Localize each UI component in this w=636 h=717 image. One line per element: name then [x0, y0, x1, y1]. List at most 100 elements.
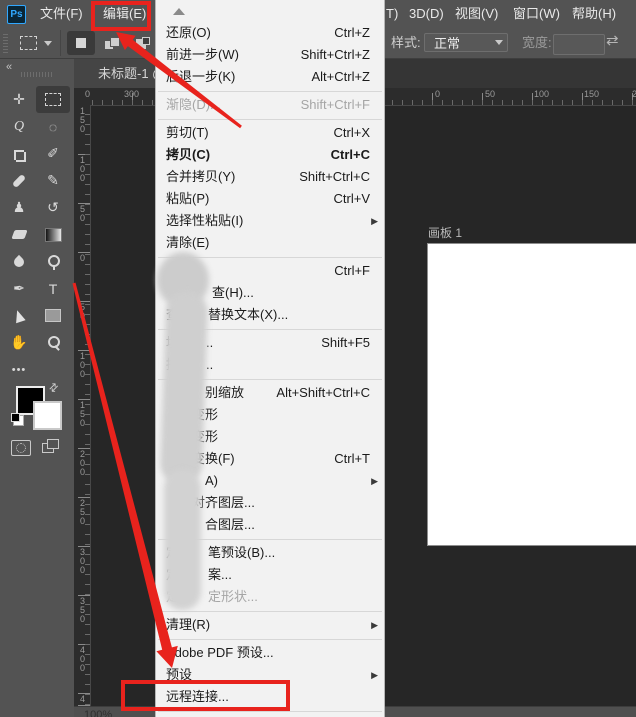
eraser-tool[interactable]	[2, 221, 36, 248]
menu-item-find-replace-text[interactable]: 查替换文本(X)...	[156, 304, 384, 326]
path-select-tool[interactable]	[2, 302, 36, 329]
clone-stamp-tool[interactable]: ♟	[2, 194, 36, 221]
menu-item-auto-blend-layers[interactable]: 合图层...	[156, 514, 384, 536]
menu-item-stroke[interactable]: 描..	[156, 354, 384, 376]
menu-item-transform[interactable]: A) ▶	[156, 470, 384, 492]
h-ruler-label: 0	[85, 89, 91, 99]
submenu-arrow-icon: ▶	[371, 216, 378, 226]
lasso-tool[interactable]: Q	[2, 113, 36, 140]
menu-item-clear[interactable]: 清除(E)	[156, 232, 384, 254]
h-ruler-label: 0	[435, 89, 441, 99]
menu-shortcut: Ctrl+V	[333, 191, 370, 206]
history-brush-tool-icon: ↺	[47, 199, 59, 215]
menu-item-check-spelling[interactable]: 查(H)...	[156, 282, 384, 304]
dodge-tool[interactable]	[36, 248, 70, 275]
quick-select-tool-icon: ◌	[48, 118, 58, 135]
v-ruler-label: 150	[79, 400, 85, 428]
menu-item-step-forward[interactable]: 前进一步(W) Shift+Ctrl+Z	[156, 44, 384, 66]
history-brush-tool[interactable]: ↺	[36, 194, 70, 221]
menu-type-fragment[interactable]: T)	[386, 0, 398, 28]
brush-tool-icon: ✎	[47, 172, 59, 188]
crop-tool[interactable]	[2, 140, 36, 167]
menu-shortcut: Ctrl+Z	[334, 25, 370, 40]
menu-item-step-backward[interactable]: 后退一步(K) Alt+Ctrl+Z	[156, 66, 384, 88]
collapse-panel-icon[interactable]: «	[6, 61, 12, 73]
healing-brush-tool[interactable]	[2, 167, 36, 194]
menu-item-free-transform[interactable]: 变换(F) Ctrl+T	[156, 448, 384, 470]
edit-menu-dropdown: 还原(O) Ctrl+Z 前进一步(W) Shift+Ctrl+Z 后退一步(K) Alt…	[155, 0, 385, 717]
zoom-tool-icon	[47, 335, 60, 350]
menu-item-perspective-warp[interactable]: 变形	[156, 426, 384, 448]
zoom-level[interactable]: 100%	[84, 709, 112, 717]
menu-item-merge-copy[interactable]: 合并拷贝(Y) Shift+Ctrl+C	[156, 166, 384, 188]
tools-panel-grip[interactable]	[21, 72, 53, 77]
artboard-label[interactable]: 画板 1	[428, 224, 462, 241]
v-ruler-label: 150	[79, 106, 85, 134]
menu-item-define-pattern[interactable]: 定案...	[156, 564, 384, 586]
menu-item-remote-connections[interactable]: 远程连接...	[156, 686, 384, 708]
menu-view[interactable]: 视图(V)	[455, 0, 498, 28]
menu-item-define-custom-shape[interactable]: 定定形状...	[156, 586, 384, 608]
menu-item-define-brush-preset[interactable]: 定笔预设(B)...	[156, 542, 384, 564]
menu-item-auto-align-layers[interactable]: 对齐图层...	[156, 492, 384, 514]
vertical-ruler[interactable]: 150 100 50 0 50 100 150 200 250 300 350 400 4	[74, 106, 91, 706]
submenu-arrow-icon: ▶	[371, 476, 378, 486]
blur-tool[interactable]	[2, 248, 36, 275]
zoom-tool[interactable]	[36, 329, 70, 356]
menu-item-cut[interactable]: 剪切(T) Ctrl+X	[156, 122, 384, 144]
chevron-down-icon[interactable]	[495, 40, 503, 45]
options-grip[interactable]	[3, 34, 8, 53]
subtract-selection-button[interactable]	[128, 31, 156, 55]
menu-item-search[interactable]: Ctrl+F	[156, 260, 384, 282]
style-label: 样式:	[391, 35, 421, 50]
h-ruler-label: 50	[485, 89, 496, 99]
menu-scroll-up-icon[interactable]	[173, 8, 185, 15]
pen-tool-icon: ✒	[13, 280, 25, 296]
background-color-swatch[interactable]	[33, 401, 62, 430]
swap-dimensions-icon[interactable]: ⇄	[606, 31, 619, 49]
shape-tool[interactable]	[36, 302, 70, 329]
menu-item-fill[interactable]: 填.. Shift+F5	[156, 332, 384, 354]
menu-item-purge[interactable]: 清理(R) ▶	[156, 614, 384, 636]
menu-item-content-aware-scale[interactable]: 别缩放 Alt+Shift+Ctrl+C	[156, 382, 384, 404]
more-tools[interactable]: •••	[2, 356, 36, 383]
screen-mode-icon[interactable]	[42, 439, 60, 454]
menu-help[interactable]: 帮助(H)	[572, 0, 616, 28]
add-to-selection-button[interactable]	[98, 31, 126, 55]
new-selection-button[interactable]	[67, 31, 95, 55]
menu-item-puppet-warp[interactable]: 变形	[156, 404, 384, 426]
crop-tool-icon	[12, 147, 26, 162]
menu-item-paste[interactable]: 粘贴(P) Ctrl+V	[156, 188, 384, 210]
eyedropper-tool[interactable]: ✐	[36, 140, 70, 167]
blur-tool-icon	[11, 254, 27, 269]
quick-select-tool[interactable]: ◌	[36, 113, 70, 140]
photoshop-logo-icon: Ps	[7, 5, 26, 24]
menu-edit[interactable]: 编辑(E)	[103, 0, 146, 28]
gradient-tool[interactable]	[36, 221, 70, 248]
hand-tool[interactable]: ✋	[2, 329, 36, 356]
tool-preset-icon[interactable]	[20, 36, 37, 50]
move-tool[interactable]: ✛	[2, 86, 36, 113]
menu-item-fade[interactable]: 渐隐(D)... Shift+Ctrl+F	[156, 94, 384, 116]
pen-tool[interactable]: ✒	[2, 275, 36, 302]
menu-window[interactable]: 窗口(W)	[513, 0, 560, 28]
artboard[interactable]	[427, 243, 636, 546]
v-ruler-label: 100	[79, 351, 85, 379]
type-tool[interactable]: T	[36, 275, 70, 302]
brush-tool[interactable]: ✎	[36, 167, 70, 194]
menu-item-adobe-pdf-presets[interactable]: Adobe PDF 预设...	[156, 642, 384, 664]
menu-item-undo[interactable]: 还原(O) Ctrl+Z	[156, 22, 384, 44]
v-ruler-label: 250	[79, 498, 85, 526]
menu-item-paste-special[interactable]: 选择性粘贴(I) ▶	[156, 210, 384, 232]
marquee-tool[interactable]	[36, 86, 70, 113]
add-selection-icon	[105, 36, 120, 50]
options-separator	[60, 30, 61, 56]
quick-mask-icon[interactable]	[11, 440, 31, 456]
width-input[interactable]	[553, 34, 605, 55]
menu-3d[interactable]: 3D(D)	[409, 0, 444, 28]
menu-file[interactable]: 文件(F)	[40, 0, 83, 28]
default-colors-icon[interactable]	[11, 413, 24, 426]
chevron-down-icon[interactable]	[44, 41, 52, 46]
menu-item-copy[interactable]: 拷贝(C) Ctrl+C	[156, 144, 384, 166]
menu-item-presets[interactable]: 预设 ▶	[156, 664, 384, 686]
